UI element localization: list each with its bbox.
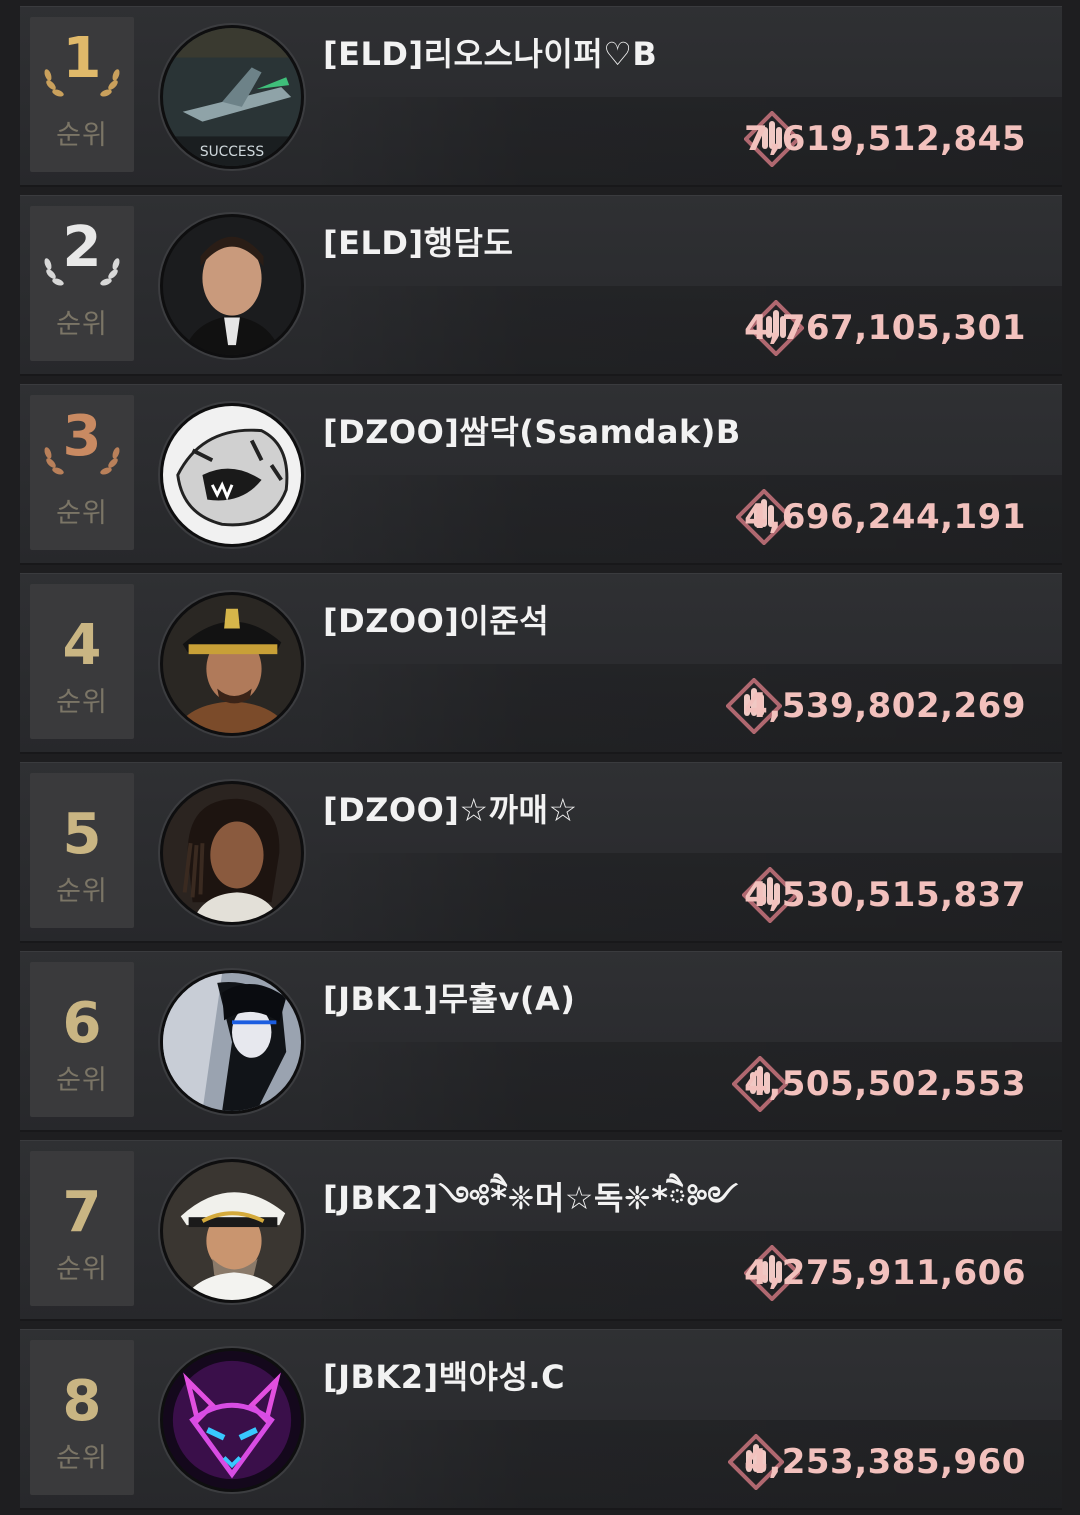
rank-label: 순위: [56, 498, 108, 529]
rank-badge: 3 순위: [30, 395, 134, 550]
score-value: 4,767,105,301: [744, 308, 1026, 348]
player-name: [DZOO]이준석: [323, 602, 550, 640]
jet-avatar-image: SUCCESS: [163, 28, 301, 166]
jet-avatar[interactable]: SUCCESS: [160, 25, 304, 169]
captain-avatar[interactable]: [160, 592, 304, 736]
rank-label: 순위: [56, 1254, 108, 1285]
ranking-row[interactable]: 3 순위 [DZOO]쌈닥(Ssamdak)B 4,696,244,191: [20, 384, 1062, 563]
player-name: [ELD]행담도: [323, 224, 514, 262]
rank-label: 순위: [56, 687, 108, 718]
man-suit-avatar[interactable]: [160, 214, 304, 358]
tiger-sketch-avatar[interactable]: [160, 403, 304, 547]
rank-badge: 4 순위: [30, 584, 134, 739]
player-name: [DZOO]☆까매☆: [323, 791, 578, 829]
rank-number: 8: [62, 1369, 102, 1434]
ranking-row[interactable]: 8 순위 [JBK2]백야성.C 4,253,385,960: [20, 1329, 1062, 1508]
score-value: 7,619,512,845: [744, 119, 1026, 159]
rank-label: 순위: [56, 309, 108, 340]
rank-badge: 8 순위: [30, 1340, 134, 1495]
anime-warrior-avatar-image: [163, 973, 301, 1111]
rank-number: 3: [62, 404, 102, 469]
rank-number: 4: [62, 613, 102, 678]
score-value: 4,275,911,606: [744, 1253, 1026, 1293]
rank-number: 1: [62, 26, 102, 91]
player-name: [JBK1]무휼v(A): [323, 980, 576, 1018]
tiger-sketch-avatar-image: [163, 406, 301, 544]
rank-label: 순위: [56, 1443, 108, 1474]
rank-badge: 6 순위: [30, 962, 134, 1117]
rank-number: 2: [62, 215, 102, 280]
woman-braids-avatar[interactable]: [160, 781, 304, 925]
score-value: 4,530,515,837: [744, 875, 1026, 915]
rank-number: 7: [62, 1180, 102, 1245]
ranking-row[interactable]: 4 순위 [DZOO]이준석 4,539,802,269: [20, 573, 1062, 752]
player-name: [DZOO]쌈닥(Ssamdak)B: [323, 413, 741, 451]
score-value: 4,253,385,960: [744, 1442, 1026, 1482]
rank-badge: 7 순위: [30, 1151, 134, 1306]
captain-avatar-image: [163, 595, 301, 733]
man-suit-avatar-image: [163, 217, 301, 355]
score-value: 4,505,502,553: [744, 1064, 1026, 1104]
rank-badge: 1 순위: [30, 17, 134, 172]
rank-label: 순위: [56, 120, 108, 151]
ranking-board: 1 순위 SUCCESS [ELD]리오스나이퍼♡B 7,619,512,845…: [0, 0, 1080, 1515]
ranking-row[interactable]: 2 순위 [ELD]행담도 4,767,105,301: [20, 195, 1062, 374]
admiral-avatar-image: [163, 1162, 301, 1300]
ranking-row[interactable]: 6 순위 [JBK1]무휼v(A) 4,505,502,553: [20, 951, 1062, 1130]
ranking-row[interactable]: 7 순위 [JBK2]༺ཻ*❈머☆독❈*ཻ༻ 4,275,911,606: [20, 1140, 1062, 1319]
rank-badge: 2 순위: [30, 206, 134, 361]
ranking-row[interactable]: 1 순위 SUCCESS [ELD]리오스나이퍼♡B 7,619,512,845: [20, 6, 1062, 185]
neon-fox-avatar[interactable]: [160, 1348, 304, 1492]
rank-label: 순위: [56, 876, 108, 907]
rank-label: 순위: [56, 1065, 108, 1096]
svg-text:SUCCESS: SUCCESS: [200, 144, 264, 160]
player-name: [JBK2]백야성.C: [323, 1358, 566, 1396]
woman-braids-avatar-image: [163, 784, 301, 922]
ranking-row[interactable]: 5 순위 [DZOO]☆까매☆ 4,530,515,837: [20, 762, 1062, 941]
admiral-avatar[interactable]: [160, 1159, 304, 1303]
rank-number: 5: [62, 802, 102, 867]
player-name: [ELD]리오스나이퍼♡B: [323, 35, 658, 73]
rank-badge: 5 순위: [30, 773, 134, 928]
neon-fox-avatar-image: [163, 1351, 301, 1489]
rank-number: 6: [62, 991, 102, 1056]
score-value: 4,696,244,191: [744, 497, 1026, 537]
score-value: 4,539,802,269: [744, 686, 1026, 726]
anime-warrior-avatar[interactable]: [160, 970, 304, 1114]
